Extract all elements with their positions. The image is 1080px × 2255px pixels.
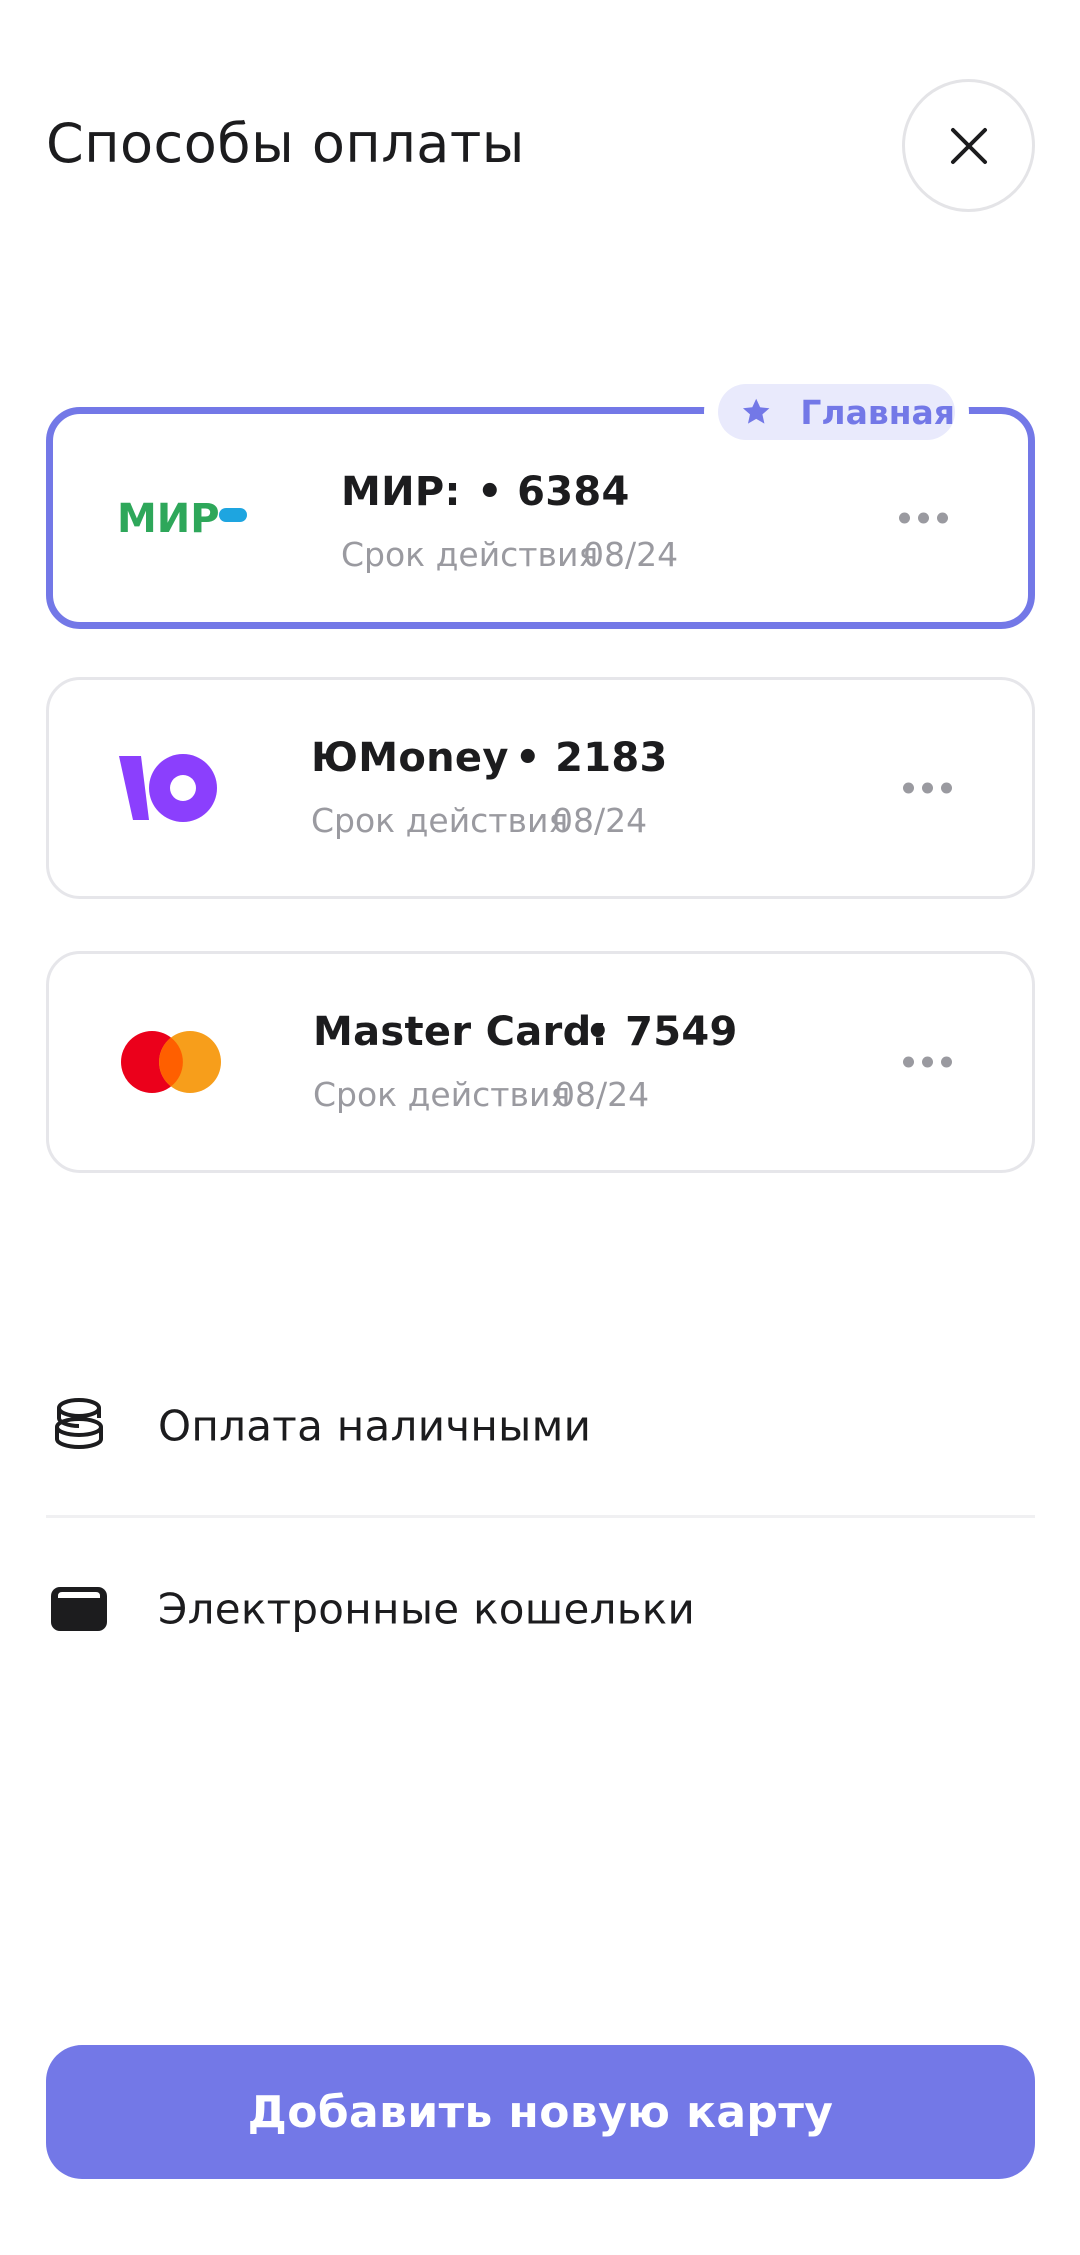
more-icon-dot <box>922 1056 933 1068</box>
more-options-button[interactable] <box>903 1056 952 1068</box>
more-icon-dot <box>922 782 933 794</box>
close-icon <box>950 127 987 164</box>
wallet-icon <box>50 1580 108 1638</box>
more-icon-dot <box>903 1056 914 1068</box>
primary-badge: Главная <box>718 384 955 440</box>
page-title: Способы оплаты <box>46 112 525 175</box>
star-icon <box>742 398 770 424</box>
mir-logo-text: МИР <box>117 498 220 538</box>
card-expiry: 08/24 <box>554 1075 650 1114</box>
card-name: МИР: <box>341 469 461 515</box>
card-number: • 7549 <box>585 1009 738 1055</box>
mir-logo: МИР <box>117 498 247 538</box>
card-expiry-label: Срок действия <box>311 801 569 840</box>
card-expiry: 08/24 <box>552 801 648 840</box>
coins-icon <box>50 1397 108 1455</box>
more-icon-dot <box>918 512 929 524</box>
payment-card-mir[interactable]: МИР МИР: • 6384 Срок действия 08/24 <box>46 407 1035 629</box>
mastercard-logo <box>119 1029 223 1095</box>
header: Способы оплаты <box>0 0 1080 240</box>
option-label: Электронные кошельки <box>158 1584 696 1634</box>
option-label: Оплата наличными <box>158 1401 592 1451</box>
card-number: • 6384 <box>477 469 630 515</box>
more-icon-dot <box>941 782 952 794</box>
card-expiry: 08/24 <box>583 535 679 574</box>
more-icon-dot <box>937 512 948 524</box>
add-card-button-label: Добавить новую карту <box>247 2086 834 2138</box>
more-icon-dot <box>899 512 910 524</box>
more-icon-dot <box>941 1056 952 1068</box>
option-cash[interactable]: Оплата наличными <box>46 1366 1035 1486</box>
card-expiry-label: Срок действия <box>341 535 599 574</box>
close-button[interactable] <box>902 79 1035 212</box>
more-options-button[interactable] <box>903 782 952 794</box>
more-icon-dot <box>903 782 914 794</box>
more-options-button[interactable] <box>899 512 948 524</box>
card-number: • 2183 <box>515 735 668 781</box>
yoomoney-logo <box>119 752 219 824</box>
divider <box>46 1515 1035 1518</box>
payment-card-yoomoney[interactable]: ЮMoney • 2183 Срок действия 08/24 <box>46 677 1035 899</box>
add-card-button[interactable]: Добавить новую карту <box>46 2045 1035 2179</box>
option-e-wallets[interactable]: Электронные кошельки <box>46 1549 1035 1669</box>
card-expiry-label: Срок действия <box>313 1075 571 1114</box>
card-name: Master Card: <box>313 1009 608 1055</box>
badge-label: Главная <box>800 392 955 432</box>
payment-card-mastercard[interactable]: Master Card: • 7549 Срок действия 08/24 <box>46 951 1035 1173</box>
card-name: ЮMoney <box>311 735 509 781</box>
